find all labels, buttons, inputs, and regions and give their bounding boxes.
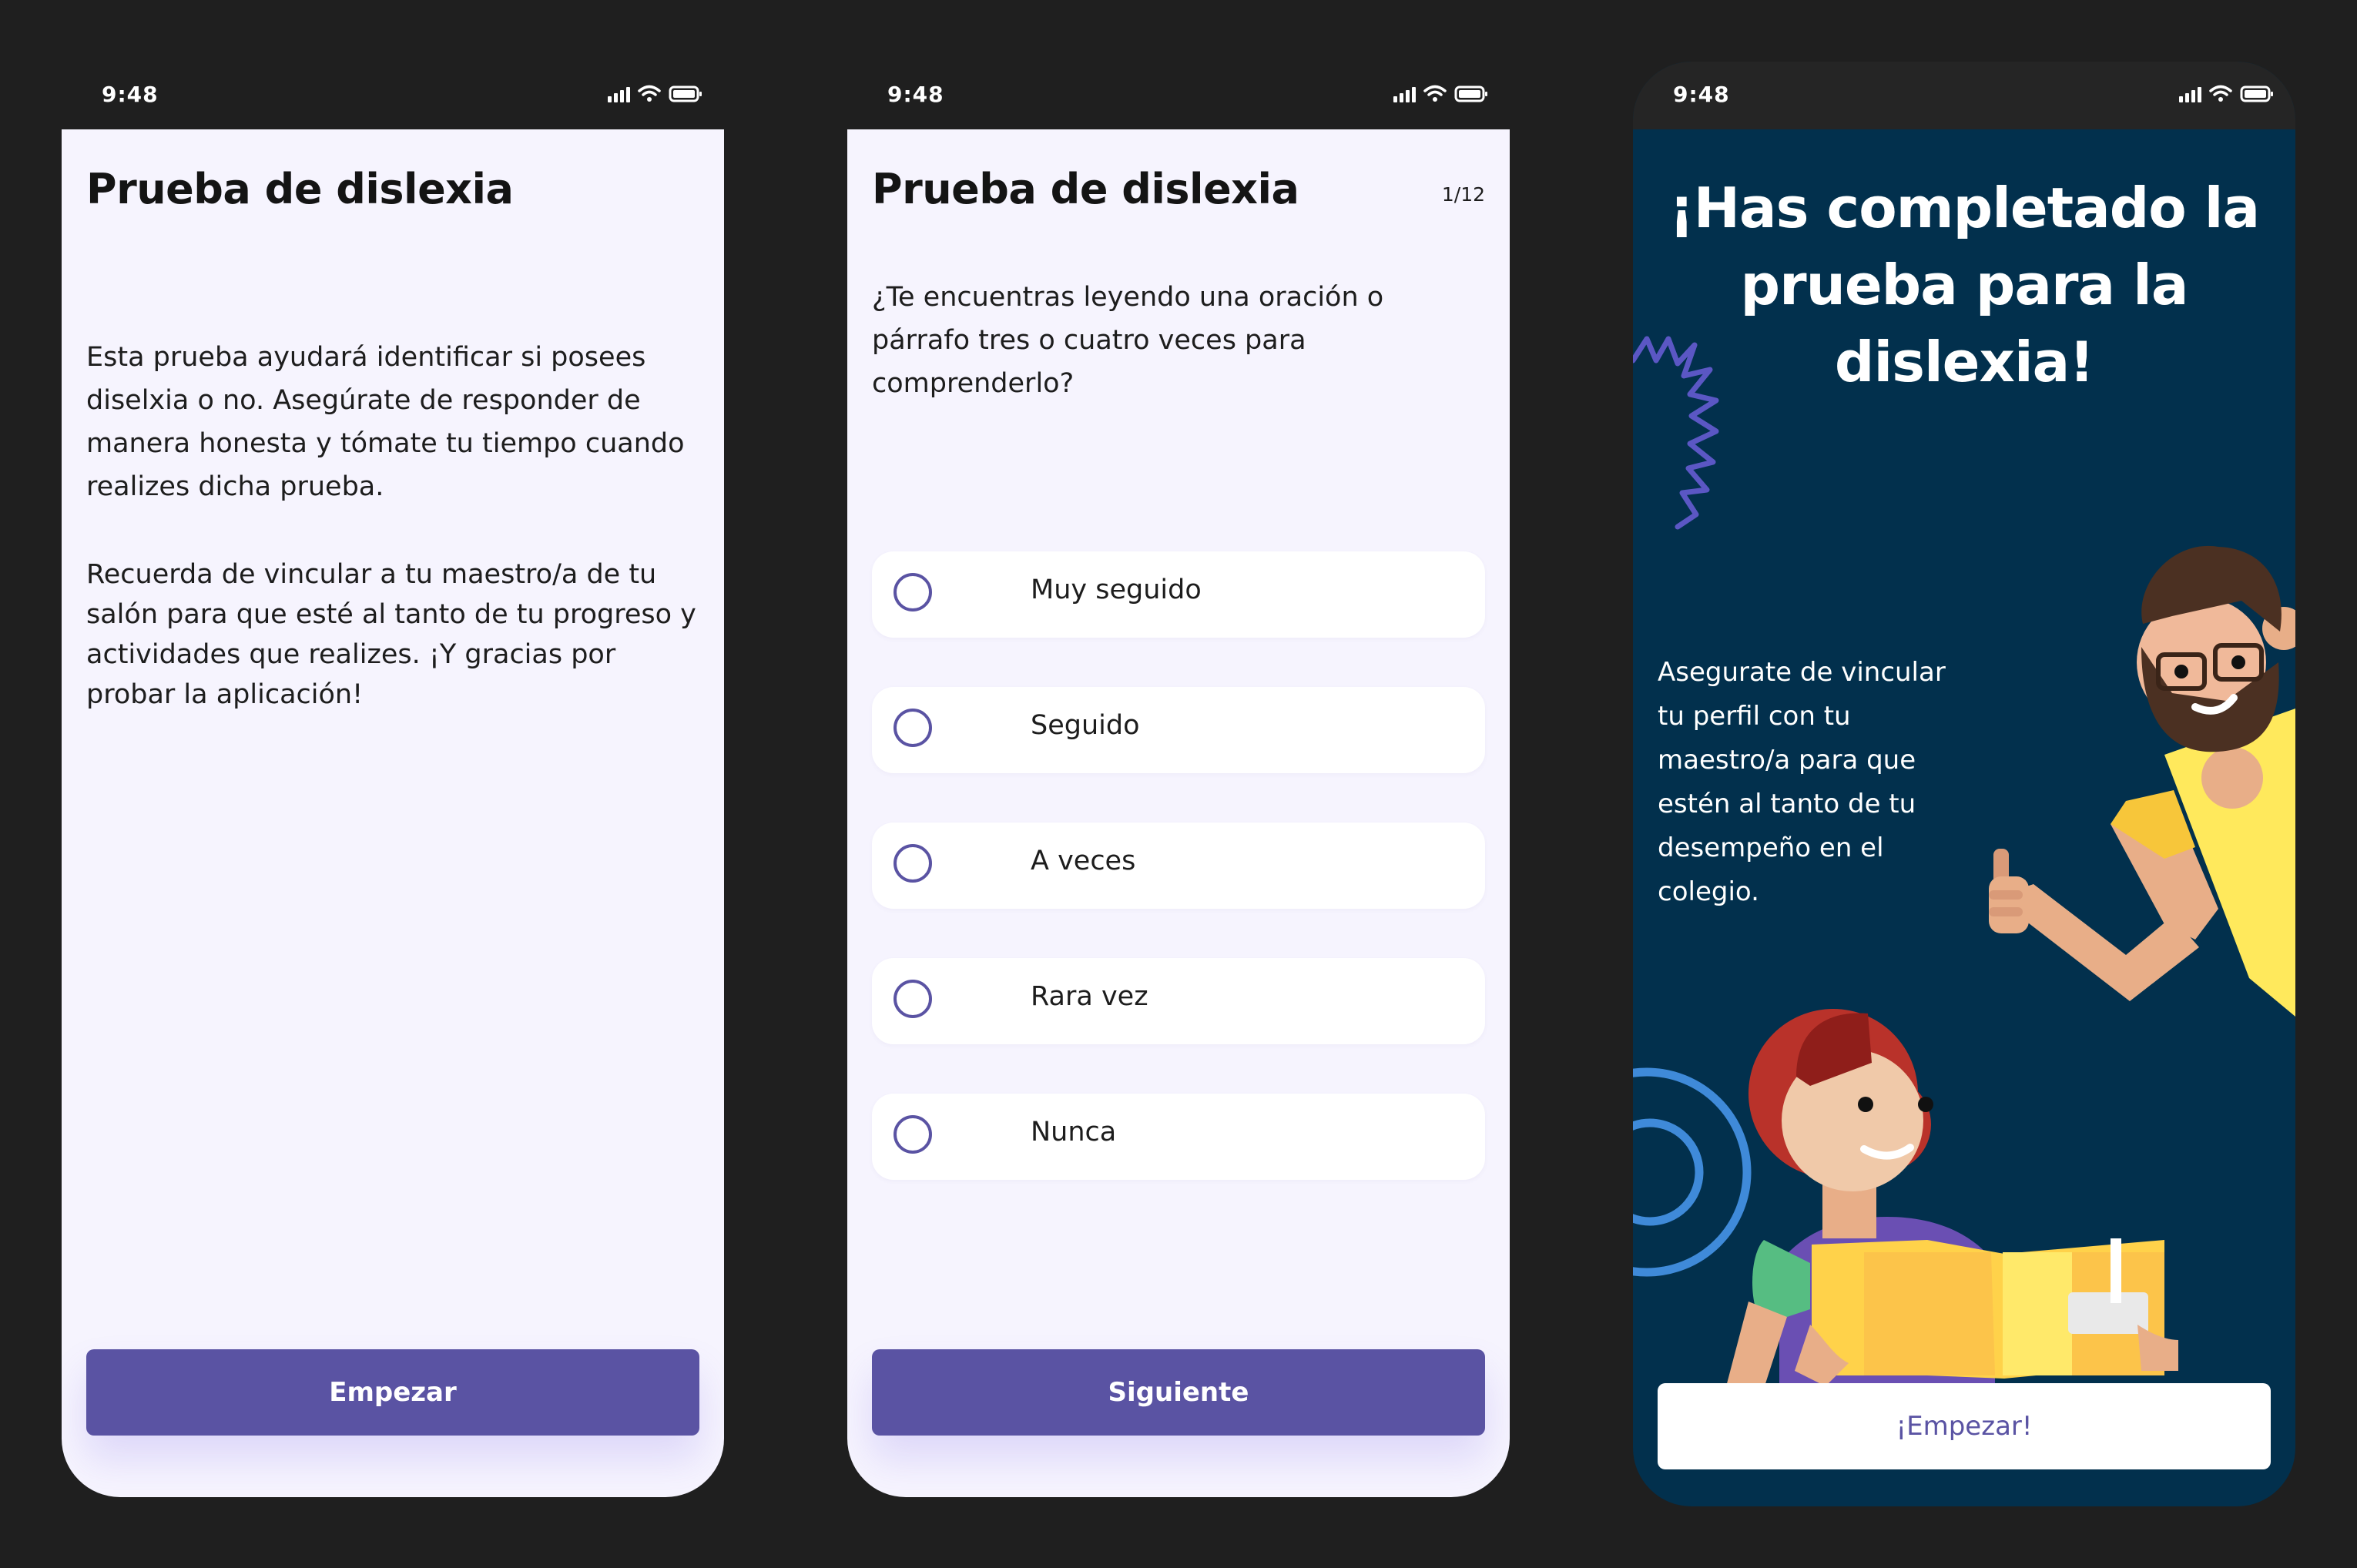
signal-icon	[1393, 85, 1416, 102]
status-bar: 9:48	[62, 62, 724, 129]
option-label: Seguido	[1031, 710, 1140, 741]
battery-icon	[1454, 85, 1487, 102]
battery-icon	[669, 85, 702, 102]
option-label: Muy seguido	[1031, 575, 1202, 605]
start-button[interactable]: ¡Empezar!	[1658, 1383, 2271, 1469]
intro-screen: 9:48 Prueba de dislexia Esta prueba ayud…	[62, 62, 724, 1497]
radio-icon[interactable]	[894, 980, 932, 1018]
completion-message: Asegurate de vincular tu perfil con tu m…	[1658, 657, 1946, 907]
radio-icon[interactable]	[894, 573, 932, 611]
wifi-icon	[638, 85, 661, 102]
intro-paragraph-link-teacher: Recuerda de vincular a tu maestro/a de t…	[86, 559, 696, 710]
radio-icon[interactable]	[894, 844, 932, 883]
answer-option-seguido[interactable]: Seguido	[872, 687, 1485, 773]
answer-option-a-veces[interactable]: A veces	[872, 823, 1485, 909]
question-text: ¿Te encuentras leyendo una oración o pár…	[872, 282, 1384, 399]
status-time: 9:48	[102, 82, 159, 107]
wifi-icon	[1423, 85, 1447, 102]
page-title: Prueba de dislexia	[86, 165, 514, 213]
option-label: Rara vez	[1031, 981, 1148, 1012]
next-button[interactable]: Siguiente	[872, 1349, 1485, 1436]
status-bar: 9:48	[847, 62, 1510, 129]
ring-decoration	[1633, 1118, 1704, 1226]
radio-icon[interactable]	[894, 1115, 932, 1154]
signal-icon	[608, 85, 630, 102]
girl-reading-illustration	[1710, 1009, 2178, 1448]
option-label: Nunca	[1031, 1117, 1117, 1148]
question-counter: 1/12	[1441, 183, 1485, 206]
status-time: 9:48	[887, 82, 944, 107]
completion-screen: 9:48 ¡Has completado la prueba para la d…	[1633, 62, 2295, 1506]
answer-option-rara-vez[interactable]: Rara vez	[872, 958, 1485, 1044]
radio-icon[interactable]	[894, 709, 932, 747]
answer-option-muy-seguido[interactable]: Muy seguido	[872, 551, 1485, 638]
bearded-man-illustration	[1989, 545, 2295, 1017]
option-label: A veces	[1031, 846, 1136, 876]
intro-paragraph: Esta prueba ayudará identificar si posee…	[86, 342, 685, 502]
page-title: Prueba de dislexia	[872, 165, 1299, 213]
start-button[interactable]: Empezar	[86, 1349, 699, 1436]
question-screen: 9:48 Prueba de dislexia 1/12 ¿Te encuent…	[847, 62, 1510, 1497]
ring-decoration	[1633, 1067, 1752, 1277]
answer-option-nunca[interactable]: Nunca	[872, 1094, 1485, 1180]
completion-title: ¡Has completado la prueba para la dislex…	[1668, 176, 2260, 394]
